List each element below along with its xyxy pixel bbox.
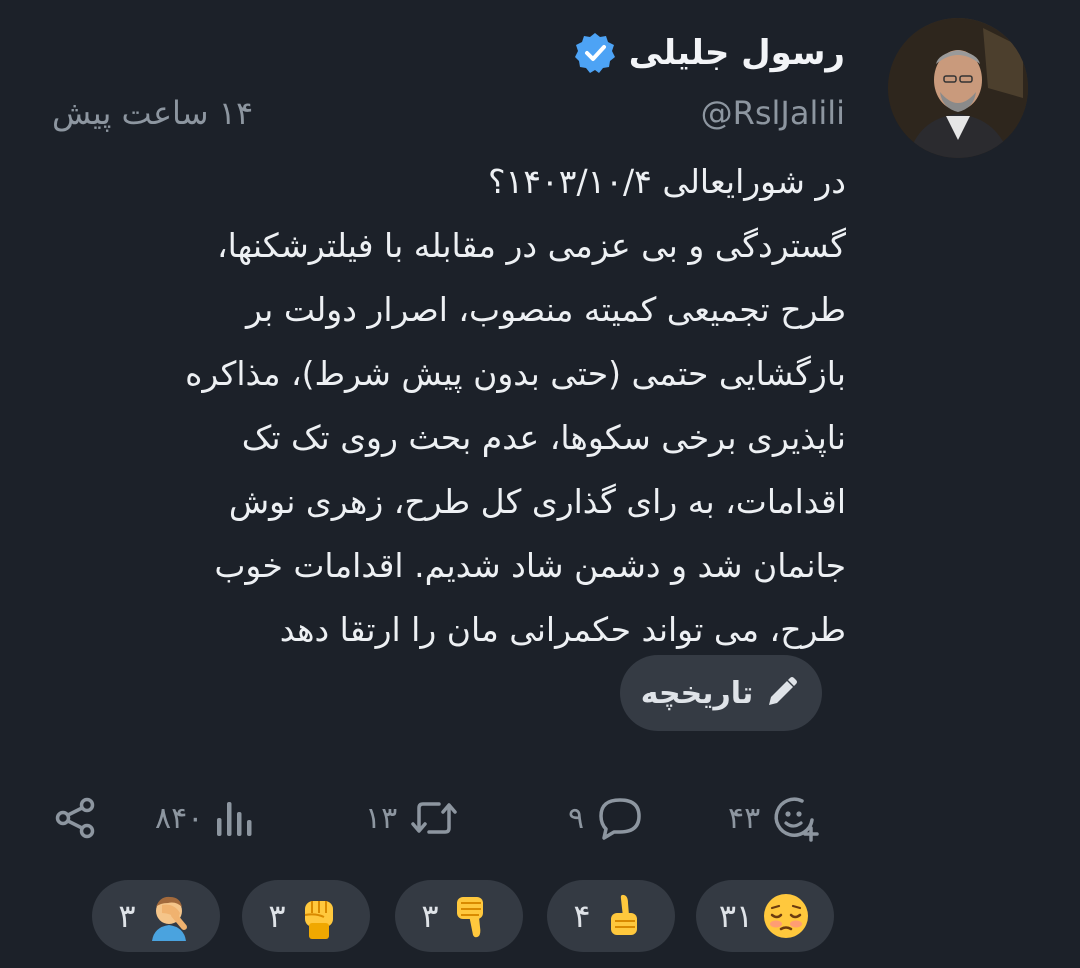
post-body-line: اقدامات، به رای گذاری کل طرح، زهری نوش bbox=[228, 482, 846, 521]
views-counter[interactable]: ۸۴۰ bbox=[155, 790, 255, 846]
repost-count: ۱۳ bbox=[365, 800, 398, 836]
author-handle[interactable]: @RslJalili bbox=[701, 94, 845, 132]
reaction-thumbs-up-count: ۴ bbox=[573, 897, 591, 935]
facepalm-emoji-icon bbox=[151, 896, 187, 941]
avatar[interactable] bbox=[888, 18, 1028, 158]
post-body-line: در شورایعالی ۱۴۰۳/۱۰/۴؟ bbox=[488, 162, 846, 201]
reaction-raised-fist-count: ۳ bbox=[268, 897, 286, 935]
reaction-thumbs-down-count: ۳ bbox=[421, 897, 439, 935]
thumbs-up-emoji-icon bbox=[610, 894, 637, 935]
thumbs-down-emoji-icon bbox=[456, 897, 483, 938]
post-body-line: گستردگی و بی عزمی در مقابله با فیلترشکنه… bbox=[216, 226, 846, 265]
add-reaction-button[interactable]: ۴۳ bbox=[728, 790, 820, 846]
post-body: در شورایعالی ۱۴۰۳/۱۰/۴؟ گستردگی و بی عزم… bbox=[46, 150, 846, 662]
reply-button[interactable]: ۹ bbox=[568, 790, 644, 846]
repost-icon bbox=[411, 802, 457, 834]
repost-button[interactable]: ۱۳ bbox=[365, 790, 459, 846]
post-body-line: جانمان شد و دشمن شاد شدیم. اقدامات خوب bbox=[214, 546, 846, 585]
avatar-photo bbox=[888, 18, 1028, 158]
reaction-thumbs-up[interactable]: ۴ bbox=[547, 880, 675, 952]
reaction-pensive-face[interactable]: ۳۱ bbox=[696, 880, 834, 952]
history-button[interactable]: تاریخچه bbox=[620, 655, 822, 731]
reaction-facepalm-count: ۳ bbox=[118, 897, 136, 935]
author-display-name[interactable]: رسول جلیلی bbox=[629, 33, 845, 73]
share-button[interactable] bbox=[52, 790, 98, 846]
add-reaction-icon bbox=[774, 797, 819, 842]
post-body-line: ناپذیری برخی سکوها، عدم بحث روی تک تک bbox=[241, 418, 846, 457]
reaction-thumbs-down[interactable]: ۳ bbox=[395, 880, 523, 952]
reaction-pensive-face-count: ۳۱ bbox=[718, 897, 754, 935]
history-label: تاریخچه bbox=[640, 675, 754, 711]
share-icon bbox=[55, 797, 95, 839]
verified-badge-icon bbox=[574, 33, 615, 73]
raised-fist-emoji-icon bbox=[304, 901, 333, 939]
reply-count: ۹ bbox=[568, 800, 585, 836]
pensive-face-emoji-icon bbox=[764, 894, 809, 938]
post-body-line: طرح تجمیعی کمیته منصوب، اصرار دولت بر bbox=[245, 290, 846, 329]
post-timestamp: ۱۴ ساعت پیش bbox=[52, 94, 254, 132]
post-body-line: طرح، می تواند حکمرانی مان را ارتقا دهد bbox=[279, 610, 846, 649]
reaction-facepalm[interactable]: ۳ bbox=[92, 880, 220, 952]
views-count: ۸۴۰ bbox=[155, 800, 204, 836]
comment-icon bbox=[599, 798, 641, 840]
pencil-icon bbox=[769, 677, 798, 705]
reaction-raised-fist[interactable]: ۳ bbox=[242, 880, 370, 952]
reaction-count: ۴۳ bbox=[728, 800, 761, 836]
author-name-row[interactable]: رسول جلیلی bbox=[573, 28, 845, 78]
post-card: رسول جلیلی @RslJalili ۱۴ ساعت پیش در شور… bbox=[0, 0, 1080, 968]
bar-chart-icon bbox=[217, 802, 252, 836]
post-body-line: بازگشایی حتمی (حتی بدون پیش شرط)، مذاکره bbox=[185, 354, 846, 393]
